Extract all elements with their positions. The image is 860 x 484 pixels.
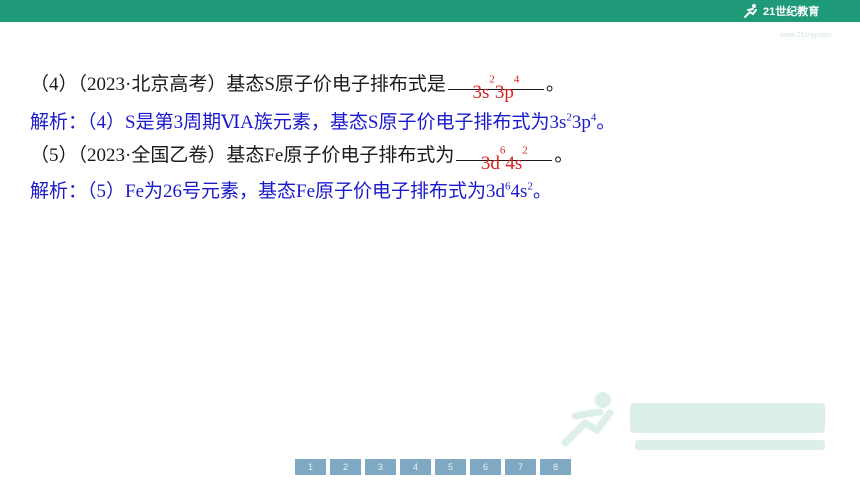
header-bar: 21世纪教育 <box>0 0 860 22</box>
question-4-text: （4）（2023·北京高考）基态S原子价电子排布式是 <box>30 74 446 95</box>
watermark-logo <box>561 392 825 450</box>
page-button-5[interactable]: 5 <box>435 459 466 475</box>
answer-blank-5: 3d64s2 <box>456 136 553 174</box>
question-4-end: 。 <box>545 74 565 95</box>
page-button-1[interactable]: 1 <box>295 459 326 475</box>
page-button-4[interactable]: 4 <box>400 459 431 475</box>
analysis-5: 解析：（5）Fe为26号元素，基态Fe原子价电子排布式为3d64s2。 <box>30 180 552 202</box>
page-button-7[interactable]: 7 <box>505 459 536 475</box>
logo-text: 21世纪教育 <box>763 6 820 18</box>
question-5-text: （5）（2023·全国乙卷）基态Fe原子价电子排布式为 <box>30 145 455 166</box>
page-button-2[interactable]: 2 <box>330 459 361 475</box>
question-5: （5）（2023·全国乙卷）基态Fe原子价电子排布式为 3d64s2。 <box>30 144 574 174</box>
page-button-6[interactable]: 6 <box>470 459 501 475</box>
answer-blank-4: 3s23p4 <box>447 65 544 103</box>
analysis-5-text: 解析：（5）Fe为26号元素，基态Fe原子价电子排布式为 <box>30 181 487 202</box>
analysis-4-text: 解析：（4）S是第3周期ⅥA族元素，基态S原子价电子排布式为 <box>30 112 550 133</box>
runner-icon <box>744 4 757 18</box>
pagination: 1 2 3 4 5 6 7 8 <box>295 459 571 475</box>
analysis-4: 解析：（4）S是第3周期ⅥA族元素，基态S原子价电子排布式为3s23p4。 <box>30 111 616 133</box>
brand-logo: 21世纪教育 <box>742 2 819 20</box>
page-button-3[interactable]: 3 <box>365 459 396 475</box>
question-4: （4）（2023·北京高考）基态S原子价电子排布式是 3s23p4。 <box>30 73 565 103</box>
page-button-8[interactable]: 8 <box>540 459 571 475</box>
site-url: www.21cnjy.com <box>780 32 832 39</box>
question-5-end: 。 <box>554 145 574 166</box>
